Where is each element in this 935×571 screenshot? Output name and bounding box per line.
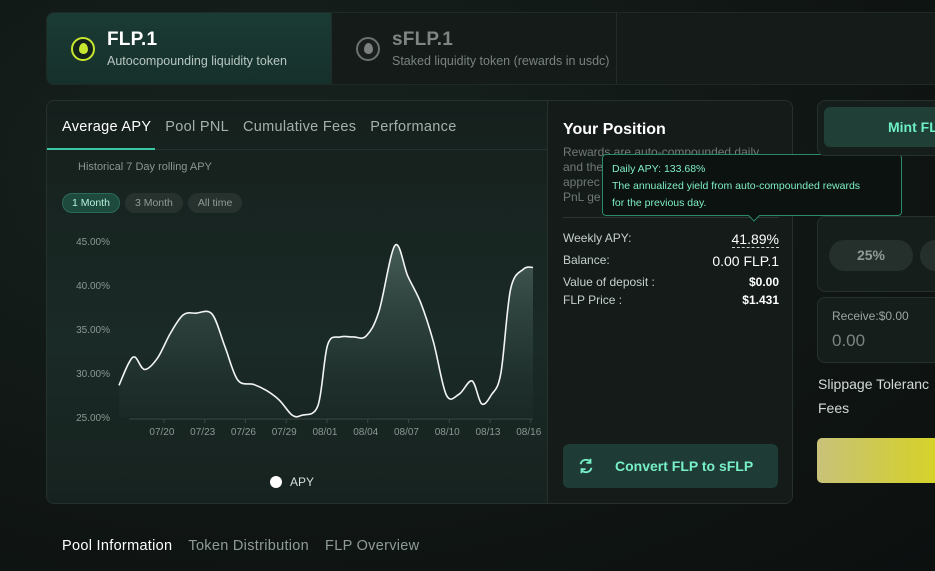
tab-pool-information[interactable]: Pool Information: [62, 538, 172, 554]
weekly-apy-row: Weekly APY: 41.89%: [563, 231, 779, 248]
y-tick-label: 25.00%: [76, 413, 110, 424]
action-button[interactable]: [817, 438, 935, 483]
x-tick-label: 07/20: [149, 427, 174, 438]
daily-apy-tooltip: Daily APY: 133.68% The annualized yield …: [602, 154, 902, 216]
x-tick-label: 08/01: [312, 427, 337, 438]
range-3-month[interactable]: 3 Month: [124, 193, 183, 213]
tab-average-apy[interactable]: Average APY: [62, 119, 151, 135]
deposit-value: $0.00: [748, 275, 779, 289]
convert-label: Convert FLP to sFLP: [615, 458, 754, 474]
chart-subtitle: Historical 7 Day rolling APY: [78, 161, 212, 173]
weekly-apy-label: Weekly APY:: [563, 231, 632, 245]
position-divider: [563, 217, 779, 218]
tab-performance[interactable]: Performance: [370, 119, 456, 135]
y-tick-label: 30.00%: [76, 369, 110, 380]
balance-value: 0.00 FLP.1: [712, 253, 779, 269]
x-tick-label: 07/26: [231, 427, 256, 438]
range-1-month[interactable]: 1 Month: [62, 193, 120, 213]
active-tab-underline: [47, 148, 155, 150]
chart-tabs: Average APY Pool PNL Cumulative Fees Per…: [62, 119, 457, 135]
range-selector: 1 Month 3 Month All time: [62, 193, 243, 213]
price-value: $1.431: [742, 293, 779, 307]
tab-pool-pnl[interactable]: Pool PNL: [165, 119, 229, 135]
legend-dot-icon: [270, 476, 282, 488]
chart-panel: Average APY Pool PNL Cumulative Fees Per…: [47, 101, 547, 503]
tab-cumulative-fees[interactable]: Cumulative Fees: [243, 119, 356, 135]
apy-chart: 45.00% 40.00% 35.00% 30.00% 25.00% 07/20 07/23…: [76, 237, 542, 438]
token-subtitle: Staked liquidity token (rewards in usdc): [392, 54, 610, 68]
swap-icon: [579, 458, 593, 474]
token-name: FLP.1: [107, 29, 158, 50]
mint-button[interactable]: Mint FL: [824, 107, 935, 147]
chart-legend: APY: [270, 475, 314, 489]
x-tick-label: 07/23: [190, 427, 215, 438]
token-subtitle: Autocompounding liquidity token: [107, 54, 287, 68]
balance-label: Balance:: [563, 253, 610, 267]
y-tick-label: 35.00%: [76, 325, 110, 336]
price-label: FLP Price :: [563, 293, 623, 307]
x-tick-label: 07/29: [272, 427, 297, 438]
receive-value: 0.00: [832, 331, 866, 350]
receive-card: [817, 297, 935, 363]
slippage-label[interactable]: Slippage Toleranc: [818, 376, 929, 392]
y-tick-label: 40.00%: [76, 281, 110, 292]
token-tab-sflp[interactable]: sFLP.1 Staked liquidity token (rewards i…: [332, 13, 617, 84]
x-tick-label: 08/04: [353, 427, 378, 438]
x-tick-label: 08/10: [435, 427, 460, 438]
weekly-apy-value[interactable]: 41.89%: [731, 231, 779, 248]
x-tick-label: 08/16: [516, 427, 541, 438]
tab-token-distribution[interactable]: Token Distribution: [188, 538, 309, 554]
price-row: FLP Price : $1.431: [563, 293, 779, 307]
y-tick-label: 45.00%: [76, 237, 110, 248]
sflp-drop-icon: [356, 36, 380, 61]
tooltip-line: The annualized yield from auto-compounde…: [612, 180, 861, 192]
tooltip-line: for the previous day.: [612, 197, 707, 209]
convert-button[interactable]: Convert FLP to sFLP: [563, 444, 778, 488]
position-title: Your Position: [563, 121, 666, 138]
percent-25-button[interactable]: 25%: [829, 240, 913, 271]
range-all-time[interactable]: All time: [187, 193, 243, 213]
deposit-label: Value of deposit :: [563, 275, 655, 289]
token-tabs: FLP.1 Autocompounding liquidity token sF…: [46, 12, 935, 85]
receive-label: Receive:$0.00: [832, 309, 909, 323]
x-tick-label: 08/07: [394, 427, 419, 438]
balance-row: Balance: 0.00 FLP.1: [563, 253, 779, 269]
token-name: sFLP.1: [392, 29, 454, 50]
deposit-row: Value of deposit : $0.00: [563, 275, 779, 289]
flp-drop-icon: [71, 36, 95, 61]
x-tick-label: 08/13: [475, 427, 500, 438]
bottom-tabs: Pool Information Token Distribution FLP …: [62, 538, 419, 554]
legend-label: APY: [290, 475, 315, 489]
apy-area: [119, 244, 533, 417]
token-tab-flp[interactable]: FLP.1 Autocompounding liquidity token: [47, 13, 332, 84]
tab-flp-overview[interactable]: FLP Overview: [325, 538, 419, 554]
fees-label: Fees: [818, 400, 850, 416]
tooltip-line: Daily APY: 133.68%: [612, 163, 706, 175]
